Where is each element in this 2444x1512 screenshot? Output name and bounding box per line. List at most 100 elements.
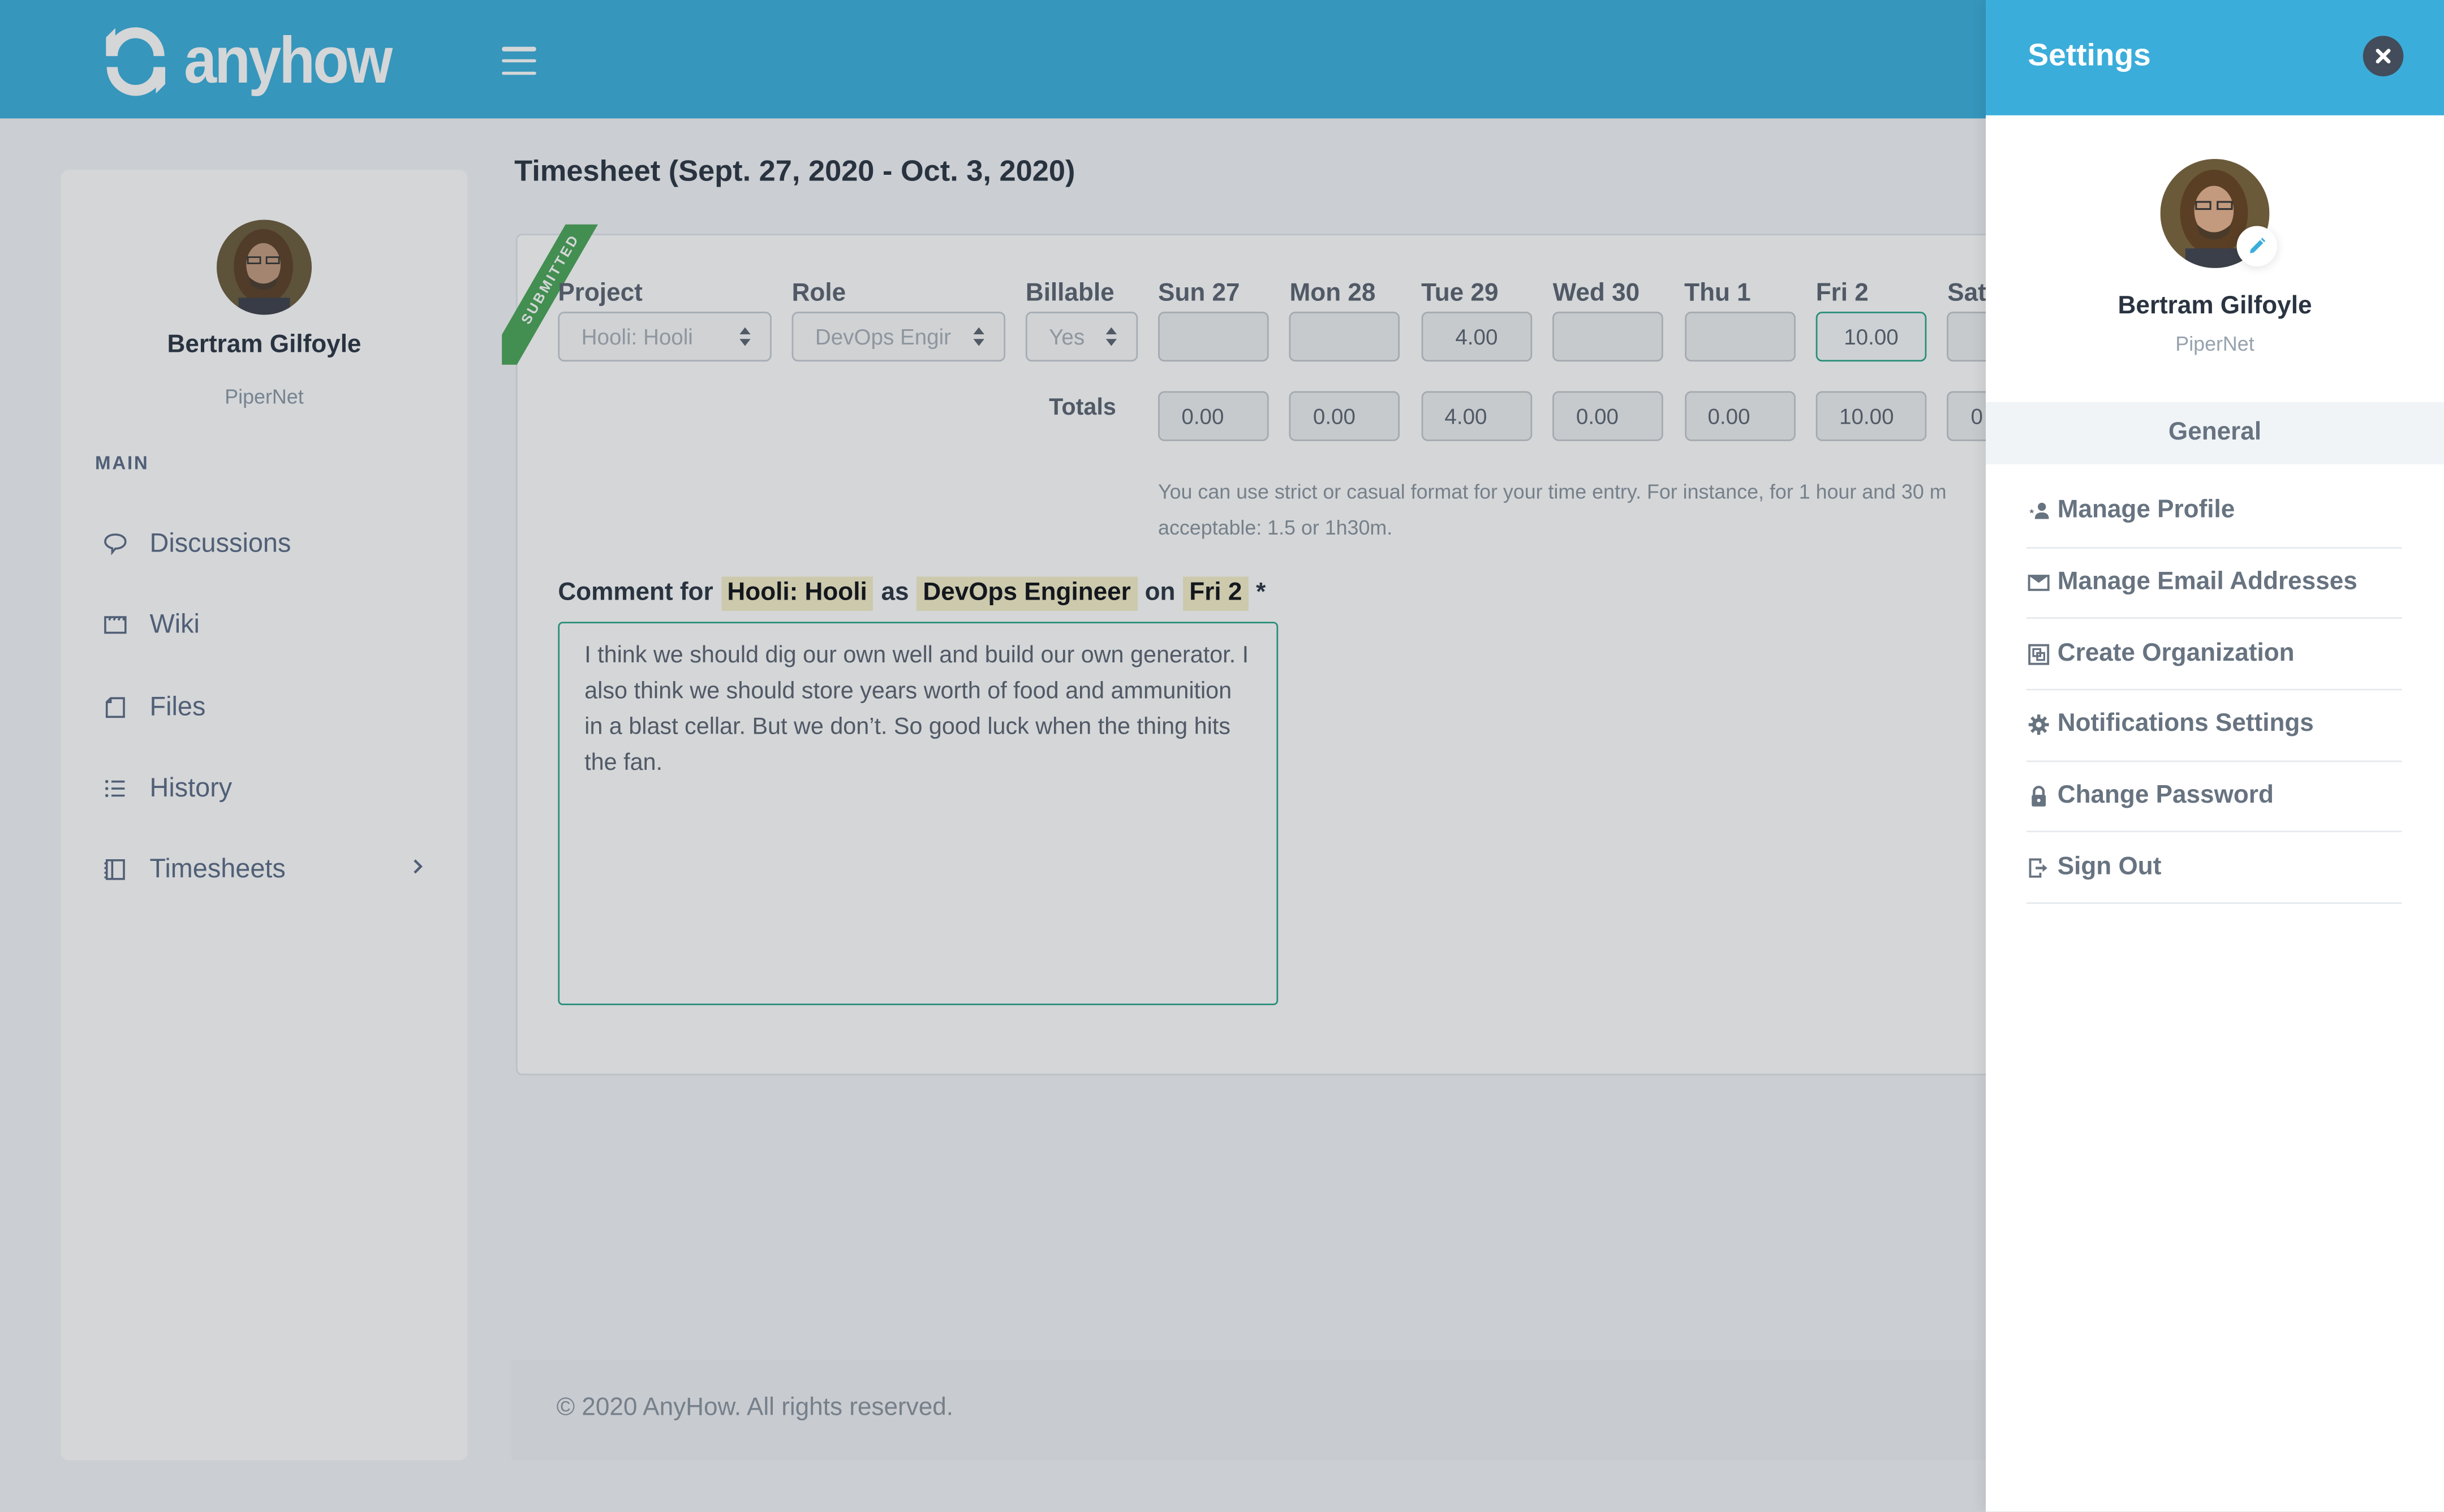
copyright-text: © 2020 AnyHow. All rights reserved. [556,1394,954,1421]
settings-section-general: General [1985,402,2444,465]
settings-item-label: Sign Out [2057,854,2162,881]
hours-input[interactable] [1684,312,1795,362]
user-star-icon [2026,499,2051,524]
day-total: 4.00 [1421,391,1532,441]
hours-input[interactable]: 4.00 [1421,312,1532,362]
day-total: 0.00 [1158,391,1269,441]
day-column-label: Thu 1 [1684,280,1751,307]
avatar[interactable] [216,219,312,315]
sidebar-user-name: Bertram Gilfoyle [167,331,362,359]
project-select[interactable]: Hooli: Hooli [558,312,772,362]
sidebar-item-discussions[interactable]: Discussions [95,503,438,585]
settings-item-manage-email[interactable]: Manage Email Addresses [2026,548,2402,619]
settings-user-name: Bertram Gilfoyle [2118,292,2312,320]
sidebar-item-label: History [149,773,233,803]
settings-item-notifications[interactable]: Notifications Settings [2026,691,2402,762]
day-column-label: Fri 2 [1815,280,1869,307]
day-total: 10.00 [1815,391,1927,441]
sidebar: Bertram Gilfoyle PiperNet MAIN Discussio… [61,170,468,1461]
billable-select[interactable]: Yes [1025,312,1138,362]
close-button[interactable] [2363,36,2404,76]
hours-input[interactable] [1158,312,1269,362]
comment-label: Comment for Hooli: Hooli as DevOps Engin… [558,576,1266,611]
comment-textarea[interactable]: I think we should dig our own well and b… [558,622,1279,1006]
sidebar-nav: Discussions Wiki Files History Timesheet… [95,503,438,911]
user-photo [216,219,312,315]
edit-avatar-button[interactable] [2236,226,2278,267]
chevron-right-icon [414,859,423,874]
sidebar-item-label: Timesheets [149,854,286,885]
sidebar-item-label: Discussions [149,528,291,558]
day-column-label: Sat [1947,280,1986,307]
totals-label: Totals [1049,394,1116,421]
sidebar-section-label: MAIN [95,451,149,474]
hamburger-icon[interactable] [502,46,536,75]
sign-out-icon [2026,855,2051,880]
settings-user-org: PiperNet [2175,331,2254,356]
role-select[interactable]: DevOps Engir [791,312,1006,362]
sidebar-item-label: Files [149,691,206,721]
settings-item-label: Change Password [2057,782,2274,809]
role-column-label: Role [791,280,846,307]
day-column-label: Sun 27 [1158,280,1240,307]
notebook-icon [100,855,131,886]
list-icon [100,773,131,804]
clapperboard-icon [100,610,131,641]
select-arrows-icon [973,327,984,346]
refresh-arrows-icon [106,27,166,96]
hours-input[interactable] [1289,312,1401,362]
settings-item-sign-out[interactable]: Sign Out [2026,833,2402,904]
select-arrows-icon [1105,327,1117,346]
file-icon [100,692,131,723]
speech-bubble-icon [100,528,131,559]
required-marker: * [1256,579,1266,606]
settings-title: Settings [2028,38,2151,74]
envelope-icon [2026,570,2051,595]
comment-project-highlight: Hooli: Hooli [721,576,874,611]
comment-role-highlight: DevOps Engineer [916,576,1137,611]
settings-menu: Manage Profile Manage Email Addresses Cr… [2026,477,2402,904]
day-column-label: Tue 29 [1421,280,1499,307]
settings-item-label: Manage Email Addresses [2057,568,2357,596]
logo[interactable]: anyhow [100,23,414,97]
comment-label-prefix: Comment for [558,579,713,606]
hours-input[interactable] [1552,312,1664,362]
sidebar-item-timesheets[interactable]: Timesheets [95,829,438,911]
settings-panel: Settings Bertram Gilfoyle PiperNet Gener… [1985,0,2444,1512]
sidebar-item-files[interactable]: Files [95,666,438,748]
sidebar-item-label: Wiki [149,610,200,640]
settings-item-manage-profile[interactable]: Manage Profile [2026,477,2402,548]
project-column-label: Project [558,280,643,307]
lock-icon [2026,784,2051,809]
settings-item-create-organization[interactable]: Create Organization [2026,619,2402,691]
settings-item-label: Manage Profile [2057,497,2235,524]
page: anyhow Bertram Gilfoyle PiperNet MAIN Di… [0,0,2444,1512]
gear-icon [2026,713,2051,738]
billable-select-value: Yes [1049,324,1085,350]
day-column-label: Mon 28 [1289,280,1376,307]
brand-name: anyhow [184,23,393,97]
billable-column-label: Billable [1025,280,1115,307]
sidebar-item-history[interactable]: History [95,748,438,829]
project-select-value: Hooli: Hooli [581,324,693,350]
close-icon [2376,49,2391,64]
role-select-value: DevOps Engir [815,324,952,350]
settings-item-label: Notifications Settings [2057,711,2314,738]
settings-header: Settings [1985,0,2444,115]
pencil-icon [2249,238,2266,253]
day-total: 0.00 [1552,391,1664,441]
settings-item-label: Create Organization [2057,640,2295,667]
day-total: 0.00 [1684,391,1795,441]
select-arrows-icon [739,327,751,346]
organization-icon [2026,641,2051,666]
page-title: Timesheet (Sept. 27, 2020 - Oct. 3, 2020… [514,156,1075,189]
sidebar-user-org: PiperNet [225,385,304,408]
comment-label-on: on [1144,579,1176,606]
settings-item-change-password[interactable]: Change Password [2026,762,2402,833]
comment-label-as: as [881,579,909,606]
sidebar-item-wiki[interactable]: Wiki [95,585,438,666]
comment-day-highlight: Fri 2 [1183,576,1249,611]
hours-input[interactable]: 10.00 [1815,312,1927,362]
day-total: 0.00 [1289,391,1401,441]
day-column-label: Wed 30 [1552,280,1640,307]
